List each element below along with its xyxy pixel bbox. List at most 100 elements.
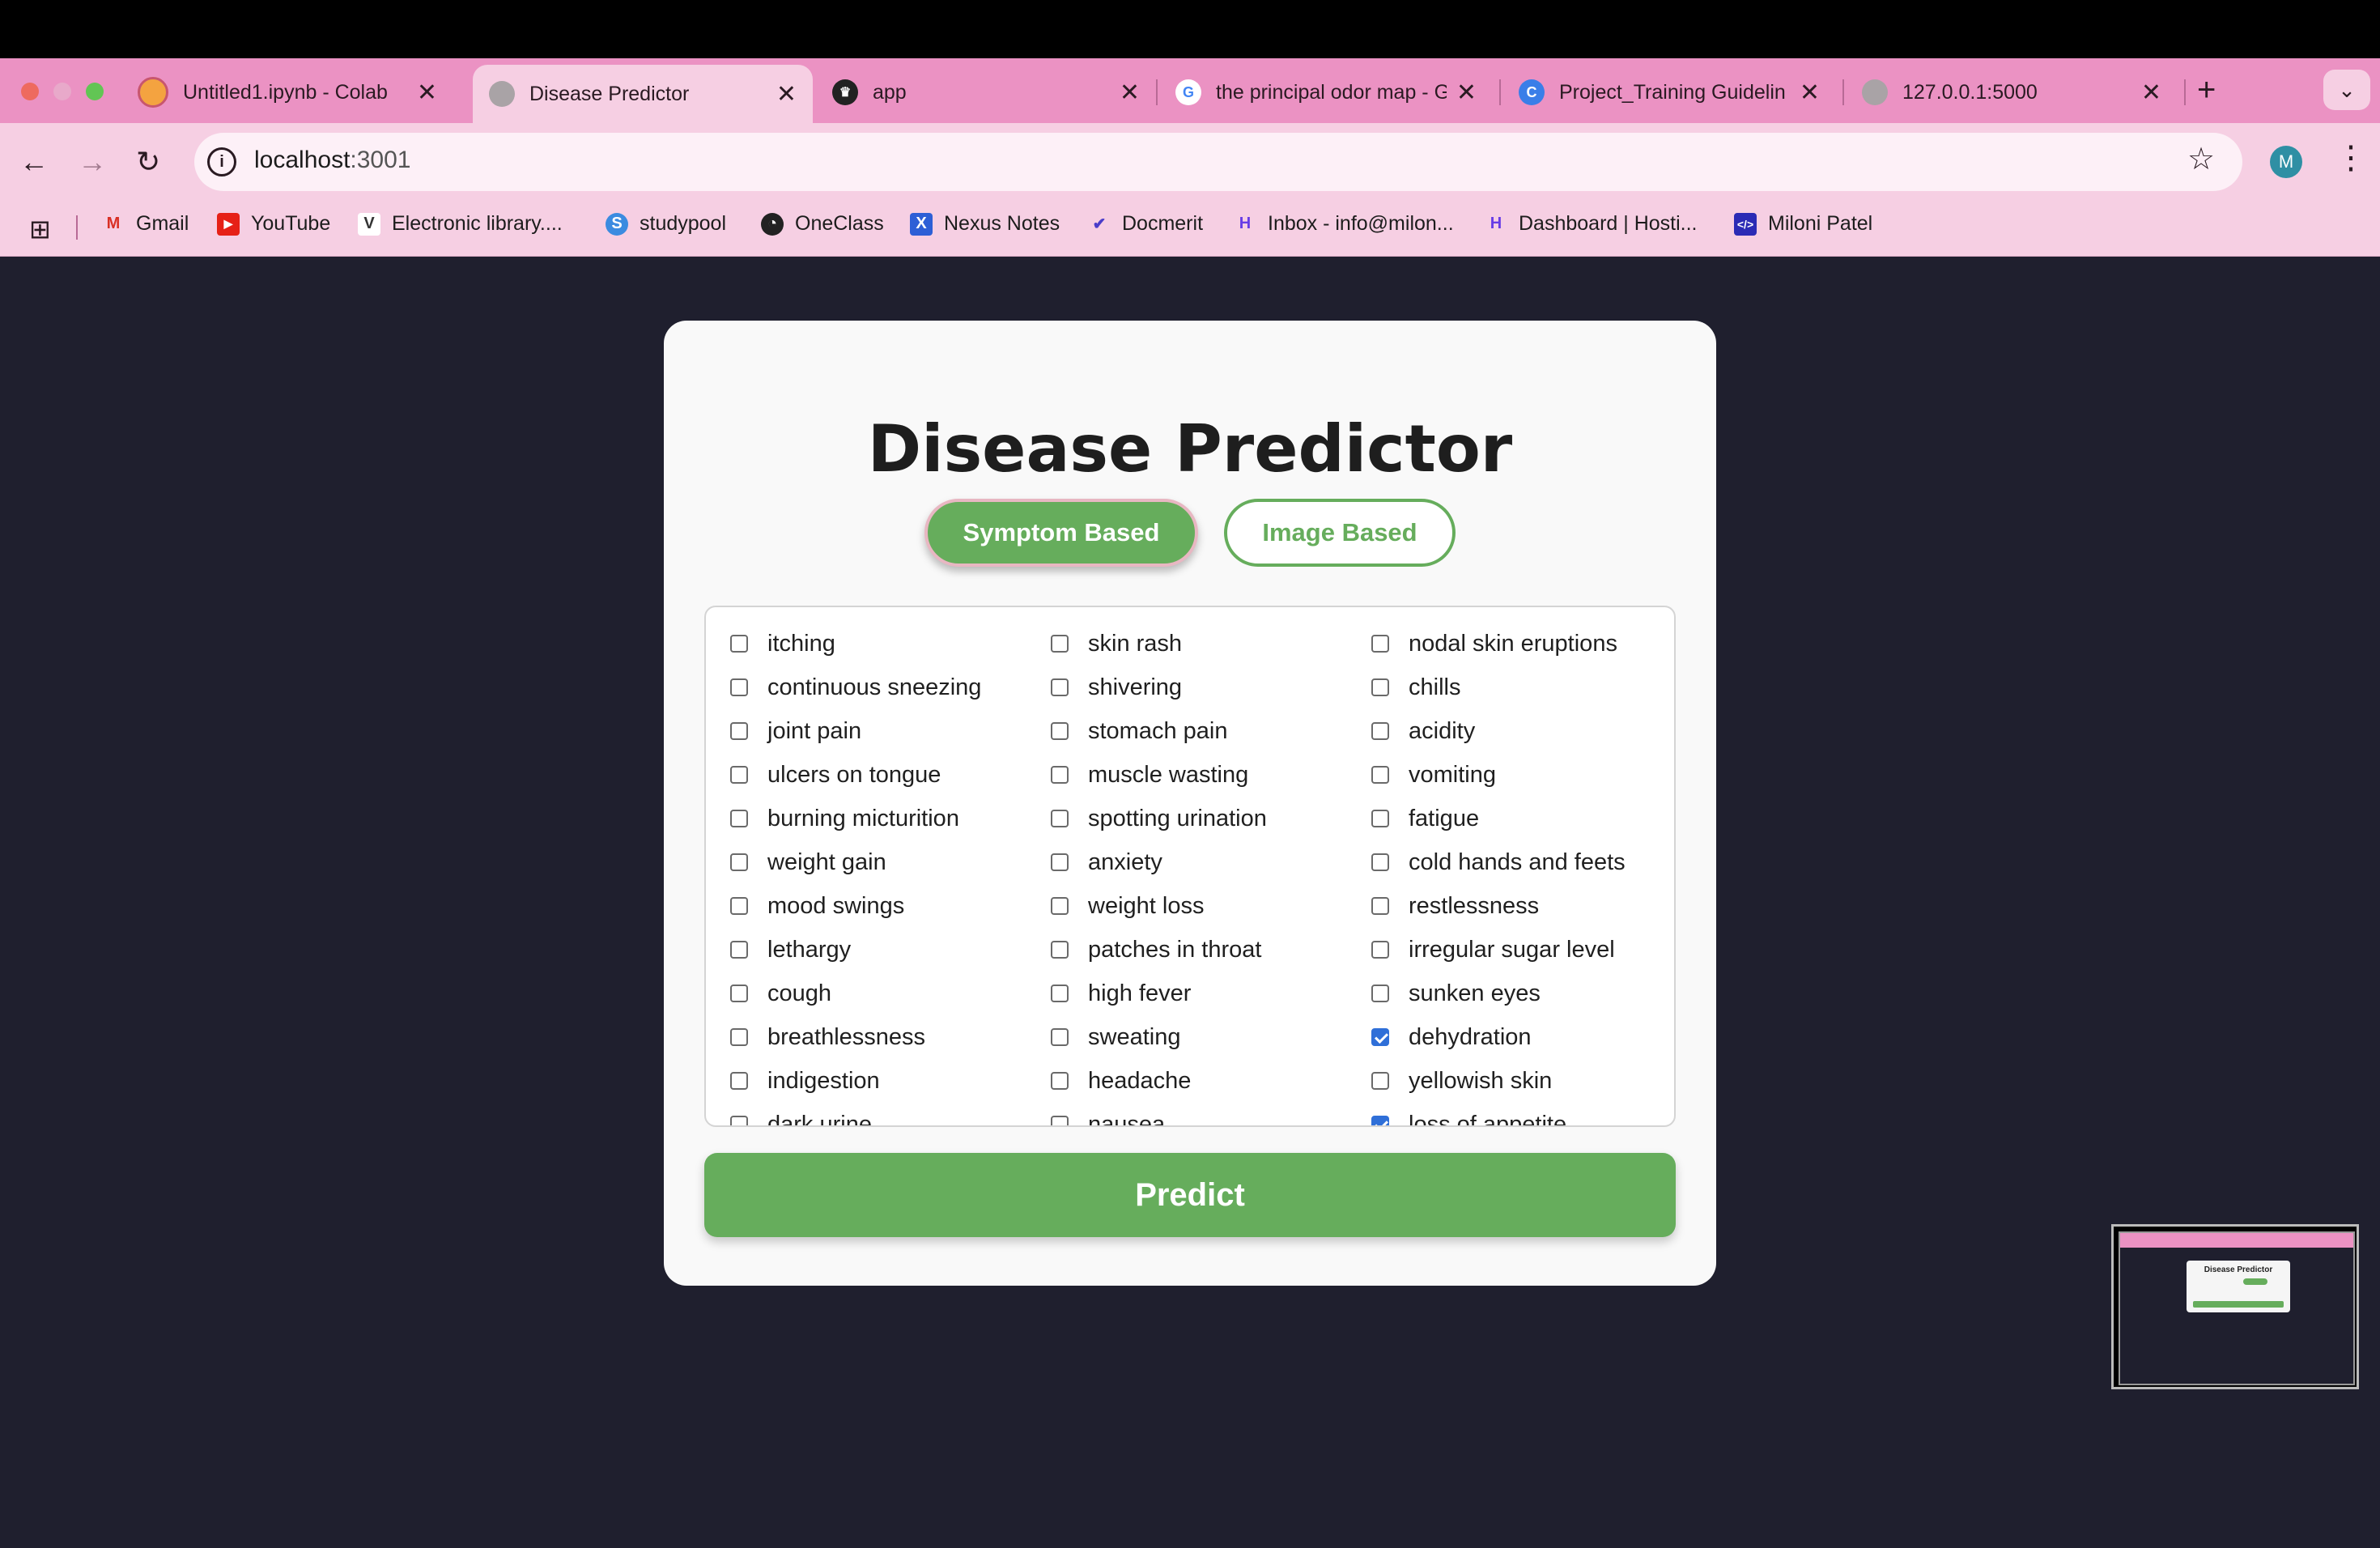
checkbox[interactable] <box>1371 897 1389 915</box>
symptom-option[interactable]: anxiety <box>1051 840 1371 884</box>
symptom-option[interactable]: mood swings <box>730 884 1051 928</box>
symptom-option[interactable]: restlessness <box>1371 884 1674 928</box>
symptom-option[interactable]: vomiting <box>1371 753 1674 797</box>
checkbox[interactable] <box>730 678 748 696</box>
checkbox[interactable] <box>1371 678 1389 696</box>
bookmark-docmerit[interactable]: ✔ Docmerit <box>1088 212 1203 236</box>
symptom-option[interactable]: dark urine <box>730 1103 1051 1125</box>
checkbox[interactable] <box>730 1072 748 1090</box>
apps-grid-icon[interactable]: ⊞ <box>29 214 51 245</box>
symptom-option[interactable]: patches in throat <box>1051 928 1371 972</box>
new-tab-button[interactable]: + <box>2197 73 2216 107</box>
bookmark-miloni-patel[interactable]: </> Miloni Patel <box>1734 212 1872 236</box>
bookmark-dashboard-hostinger[interactable]: H Dashboard | Hosti... <box>1485 212 1698 236</box>
window-minimize-button[interactable] <box>53 83 71 100</box>
symptom-option[interactable]: cough <box>730 972 1051 1015</box>
symptom-option[interactable]: fatigue <box>1371 797 1674 840</box>
bookmark-youtube[interactable]: ▶ YouTube <box>217 212 330 236</box>
symptom-option[interactable]: lethargy <box>730 928 1051 972</box>
checkbox[interactable] <box>730 897 748 915</box>
symptom-option[interactable]: muscle wasting <box>1051 753 1371 797</box>
checkbox[interactable] <box>1051 1116 1069 1125</box>
symptom-option[interactable]: sunken eyes <box>1371 972 1674 1015</box>
site-info-icon[interactable]: i <box>207 147 236 176</box>
bookmark-electronic-library[interactable]: V Electronic library.... <box>358 212 563 236</box>
checkbox[interactable] <box>730 1116 748 1125</box>
checkbox[interactable] <box>1371 853 1389 871</box>
checkbox[interactable] <box>1051 1028 1069 1046</box>
checkbox[interactable] <box>1051 722 1069 740</box>
symptom-option[interactable]: weight gain <box>730 840 1051 884</box>
symptom-option[interactable]: breathlessness <box>730 1015 1051 1059</box>
symptom-option[interactable]: stomach pain <box>1051 709 1371 753</box>
bookmark-oneclass[interactable]: ◔ OneClass <box>761 212 884 236</box>
bookmark-studypool[interactable]: S studypool <box>606 212 726 236</box>
checkbox[interactable] <box>1371 985 1389 1002</box>
close-icon[interactable]: ✕ <box>1800 79 1820 107</box>
symptom-option[interactable]: ulcers on tongue <box>730 753 1051 797</box>
checkbox[interactable] <box>730 1028 748 1046</box>
checkbox[interactable] <box>1371 766 1389 784</box>
menu-kebab-icon[interactable]: ⋮ <box>2335 139 2367 176</box>
checkbox[interactable] <box>1371 635 1389 653</box>
tab-app[interactable]: ♛ app ✕ <box>816 68 1156 117</box>
symptom-option[interactable]: high fever <box>1051 972 1371 1015</box>
close-icon[interactable]: ✕ <box>2141 79 2161 107</box>
url-text[interactable]: localhost:3001 <box>254 147 410 174</box>
reload-icon[interactable]: ↻ <box>136 142 160 181</box>
tab-disease-predictor[interactable]: Disease Predictor ✕ <box>473 65 813 123</box>
close-icon[interactable]: ✕ <box>1120 79 1140 107</box>
checkbox[interactable] <box>730 766 748 784</box>
checkbox[interactable] <box>1051 853 1069 871</box>
symptom-option[interactable]: joint pain <box>730 709 1051 753</box>
symptom-list[interactable]: itching skin rash nodal skin eruptions cont… <box>704 606 1676 1127</box>
checkbox[interactable] <box>1051 985 1069 1002</box>
checkbox[interactable] <box>1051 941 1069 959</box>
close-icon[interactable]: ✕ <box>417 79 437 107</box>
window-close-button[interactable] <box>21 83 39 100</box>
symptom-option[interactable]: loss of appetite <box>1371 1103 1674 1125</box>
tab-project-training[interactable]: C Project_Training Guidelin ✕ <box>1502 68 1836 117</box>
profile-avatar[interactable]: M <box>2270 146 2302 178</box>
checkbox[interactable] <box>1371 722 1389 740</box>
symptom-option[interactable]: skin rash <box>1051 622 1371 666</box>
predict-button[interactable]: Predict <box>704 1153 1676 1237</box>
forward-arrow-icon[interactable]: → <box>78 142 107 181</box>
symptom-option[interactable]: yellowish skin <box>1371 1059 1674 1103</box>
checkbox[interactable] <box>1051 635 1069 653</box>
symptom-option[interactable]: nodal skin eruptions <box>1371 622 1674 666</box>
checkbox[interactable] <box>1371 1072 1389 1090</box>
bookmark-inbox[interactable]: H Inbox - info@milon... <box>1234 212 1454 236</box>
bookmark-star-icon[interactable]: ☆ <box>2187 141 2215 177</box>
symptom-option[interactable]: burning micturition <box>730 797 1051 840</box>
bookmark-nexus-notes[interactable]: X Nexus Notes <box>910 212 1060 236</box>
window-zoom-button[interactable] <box>86 83 104 100</box>
close-icon[interactable]: ✕ <box>776 80 797 108</box>
checkbox[interactable] <box>1371 810 1389 827</box>
checkbox[interactable] <box>730 853 748 871</box>
symptom-option[interactable]: irregular sugar level <box>1371 928 1674 972</box>
address-bar[interactable] <box>194 133 2242 191</box>
symptom-option[interactable]: weight loss <box>1051 884 1371 928</box>
checkbox[interactable] <box>1051 1072 1069 1090</box>
bookmark-gmail[interactable]: M Gmail <box>102 212 189 236</box>
symptom-option[interactable]: acidity <box>1371 709 1674 753</box>
symptom-option[interactable]: sweating <box>1051 1015 1371 1059</box>
checkbox[interactable] <box>730 810 748 827</box>
checkbox[interactable] <box>1051 678 1069 696</box>
back-arrow-icon[interactable]: ← <box>19 142 49 181</box>
symptom-option[interactable]: nausea <box>1051 1103 1371 1125</box>
symptom-option[interactable]: shivering <box>1051 666 1371 709</box>
checkbox[interactable] <box>730 941 748 959</box>
checkbox[interactable] <box>730 635 748 653</box>
checkbox[interactable] <box>1051 897 1069 915</box>
symptom-option[interactable]: chills <box>1371 666 1674 709</box>
screenshot-thumbnail[interactable]: Disease Predictor <box>2111 1224 2359 1389</box>
symptom-option[interactable]: cold hands and feets <box>1371 840 1674 884</box>
tab-google-search[interactable]: G the principal odor map - G ✕ <box>1159 68 1493 117</box>
checkbox[interactable] <box>1051 810 1069 827</box>
checkbox-checked[interactable] <box>1371 1028 1389 1046</box>
close-icon[interactable]: ✕ <box>1456 79 1477 107</box>
checkbox-checked[interactable] <box>1371 1116 1389 1125</box>
tab-search-chevron-icon[interactable]: ⌄ <box>2323 70 2370 110</box>
